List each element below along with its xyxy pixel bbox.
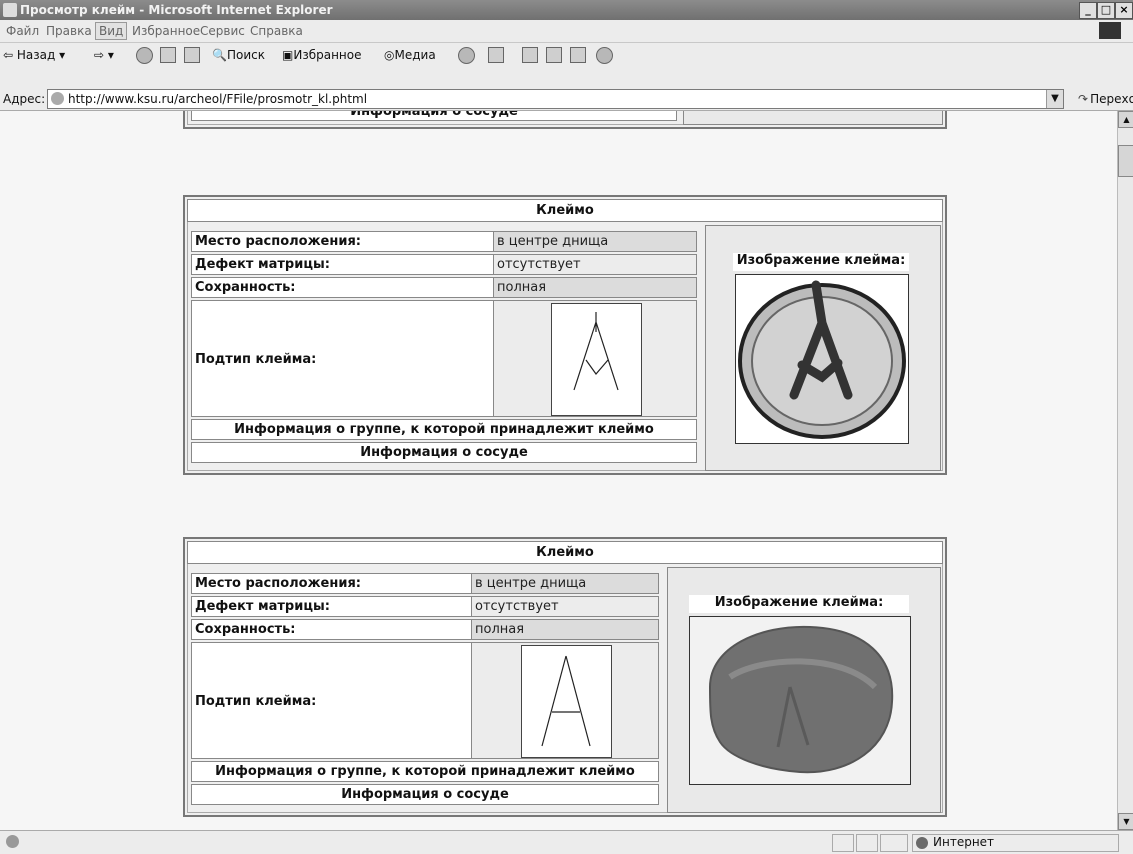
back-button[interactable]: ⇦ Назад ▾ xyxy=(3,48,65,62)
history-icon[interactable] xyxy=(458,47,475,64)
scroll-up-button[interactable]: ▲ xyxy=(1118,111,1133,128)
page-icon xyxy=(51,92,64,105)
vessel-info-link[interactable]: Информация о сосуде xyxy=(191,442,697,463)
page-status-icon xyxy=(6,835,19,848)
stamp-subtype-glyph-icon xyxy=(551,303,642,416)
preservation-label: Сохранность: xyxy=(191,619,473,640)
glyph-svg xyxy=(573,312,619,391)
status-pane xyxy=(856,834,878,852)
minimize-button[interactable]: _ xyxy=(1079,2,1097,19)
menu-file[interactable]: Файл xyxy=(6,24,39,38)
record-header: Клеймо xyxy=(187,541,943,564)
forward-button[interactable]: ⇨ ▾ xyxy=(94,48,114,62)
glyph-svg xyxy=(541,655,591,747)
address-input[interactable]: http://www.ksu.ru/archeol/FFile/prosmotr… xyxy=(47,89,1064,109)
stamp-photo-image xyxy=(708,625,894,774)
menu-tools[interactable]: Сервис xyxy=(200,24,245,38)
search-label: Поиск xyxy=(226,48,265,62)
menu-edit[interactable]: Правка xyxy=(46,24,92,38)
favorites-button[interactable]: ▣Избранное xyxy=(282,48,362,62)
place-value: в центре днища xyxy=(493,231,697,252)
defect-value: отсутствует xyxy=(493,254,697,275)
preservation-value: полная xyxy=(471,619,659,640)
image-panel xyxy=(683,111,943,125)
close-button[interactable]: × xyxy=(1115,2,1133,19)
go-label: Переход xyxy=(1090,92,1133,106)
status-bar: Интернет xyxy=(0,830,1133,854)
address-bar: Адрес: http://www.ksu.ru/archeol/FFile/p… xyxy=(0,88,1133,111)
place-value: в центре днища xyxy=(471,573,659,594)
vertical-scrollbar[interactable]: ▲ ▼ xyxy=(1117,111,1133,830)
stamp-record-2: Клеймо Место расположения: в центре днищ… xyxy=(183,537,947,817)
print-icon[interactable] xyxy=(522,47,538,63)
scroll-thumb[interactable] xyxy=(1118,145,1133,177)
stop-icon[interactable] xyxy=(136,47,153,64)
defect-value: отсутствует xyxy=(471,596,659,617)
stamp-record-1: Клеймо Место расположения: в центре днищ… xyxy=(183,195,947,475)
home-icon[interactable] xyxy=(184,47,200,63)
vessel-info-link[interactable]: Информация о сосуде xyxy=(191,111,677,121)
go-arrow-icon: ↷ xyxy=(1078,92,1089,106)
discuss-icon[interactable] xyxy=(570,47,586,63)
address-dropdown-button[interactable]: ▼ xyxy=(1046,90,1063,108)
menu-view[interactable]: Вид xyxy=(95,22,128,40)
vessel-info-link[interactable]: Информация о сосуде xyxy=(191,784,659,805)
scroll-down-button[interactable]: ▼ xyxy=(1118,813,1133,830)
zone-label: Интернет xyxy=(933,835,995,849)
status-pane xyxy=(880,834,908,852)
record-partial: Информация о сосуде xyxy=(183,111,947,129)
group-info-link[interactable]: Информация о группе, к которой принадлеж… xyxy=(191,419,697,440)
go-button[interactable]: ↷Переход xyxy=(1078,92,1133,106)
media-label: Медиа xyxy=(394,48,436,62)
standard-toolbar: ⇦ Назад ▾ ⇨ ▾ 🔍Поиск ▣Избранное ◎Медиа xyxy=(0,43,1133,68)
page-content: Информация о сосуде Клеймо Место располо… xyxy=(0,111,1117,830)
maximize-button[interactable]: □ xyxy=(1097,2,1115,19)
address-label: Адрес: xyxy=(3,92,46,106)
title-bar: Просмотр клейм - Microsoft Internet Expl… xyxy=(0,0,1133,20)
stamp-photo[interactable] xyxy=(735,274,909,444)
internet-globe-icon xyxy=(916,837,928,849)
defect-label: Дефект матрицы: xyxy=(191,596,473,617)
stamp-subtype-glyph-icon xyxy=(521,645,612,758)
menu-bar: Файл Правка Вид Избранное Сервис Справка xyxy=(0,20,1133,43)
menu-help[interactable]: Справка xyxy=(250,24,303,38)
media-button[interactable]: ◎Медиа xyxy=(384,48,436,62)
window-title: Просмотр клейм - Microsoft Internet Expl… xyxy=(20,3,333,17)
record-header: Клеймо xyxy=(187,199,943,222)
defect-label: Дефект матрицы: xyxy=(191,254,495,275)
toolbar-spacer xyxy=(0,67,1133,88)
stamp-photo[interactable] xyxy=(689,616,911,785)
image-title: Изображение клейма: xyxy=(689,595,909,613)
menu-favorites[interactable]: Избранное xyxy=(132,24,200,38)
messenger-icon[interactable] xyxy=(596,47,613,64)
place-label: Место расположения: xyxy=(191,573,473,594)
stamp-photo-image xyxy=(738,280,906,439)
favorites-label: Избранное xyxy=(293,48,362,62)
search-button[interactable]: 🔍Поиск xyxy=(212,48,265,62)
security-zone: Интернет xyxy=(912,834,1119,852)
group-info-link[interactable]: Информация о группе, к которой принадлеж… xyxy=(191,761,659,782)
place-label: Место расположения: xyxy=(191,231,495,252)
ie-app-icon xyxy=(3,3,17,17)
status-pane xyxy=(832,834,854,852)
windows-logo-icon xyxy=(1099,22,1121,39)
preservation-value: полная xyxy=(493,277,697,298)
image-title: Изображение клейма: xyxy=(733,253,909,271)
subtype-label: Подтип клейма: xyxy=(191,642,473,759)
edit-icon[interactable] xyxy=(546,47,562,63)
refresh-icon[interactable] xyxy=(160,47,176,63)
preservation-label: Сохранность: xyxy=(191,277,495,298)
address-url[interactable]: http://www.ksu.ru/archeol/FFile/prosmotr… xyxy=(68,92,367,106)
back-label: Назад xyxy=(16,48,56,62)
mail-icon[interactable] xyxy=(488,47,504,63)
subtype-label: Подтип клейма: xyxy=(191,300,495,417)
